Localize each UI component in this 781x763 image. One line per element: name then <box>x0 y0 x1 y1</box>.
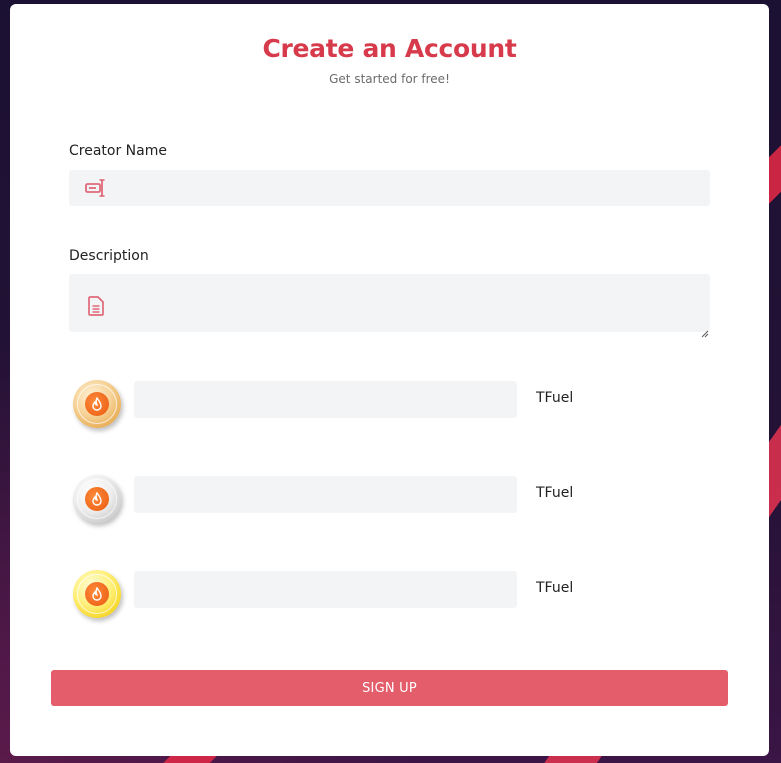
gold-coin-icon <box>73 570 121 618</box>
flame-icon <box>85 392 109 416</box>
bronze-tier-unit: TFuel <box>536 390 574 406</box>
text-field-icon <box>85 179 107 201</box>
bronze-tier-input[interactable] <box>134 381 517 418</box>
resize-handle[interactable] <box>701 323 709 338</box>
page-title: Create an Account <box>262 34 517 63</box>
flame-icon <box>85 487 109 511</box>
description-textarea[interactable] <box>69 274 710 338</box>
sign-up-button[interactable]: SIGN UP <box>51 670 728 706</box>
flame-icon <box>85 582 109 606</box>
gold-tier-unit: TFuel <box>536 580 574 596</box>
bronze-coin-icon <box>73 380 121 428</box>
description-label: Description <box>69 248 149 264</box>
creator-name-label: Creator Name <box>69 143 167 159</box>
page-subtitle: Get started for free! <box>329 72 450 86</box>
silver-tier-input[interactable] <box>134 476 517 513</box>
signup-card: Create an Account Get started for free! … <box>10 4 769 756</box>
gold-tier-input[interactable] <box>134 571 517 608</box>
silver-tier-unit: TFuel <box>536 485 574 501</box>
creator-name-input[interactable] <box>69 170 710 206</box>
silver-coin-icon <box>73 475 121 523</box>
document-icon <box>88 296 104 320</box>
